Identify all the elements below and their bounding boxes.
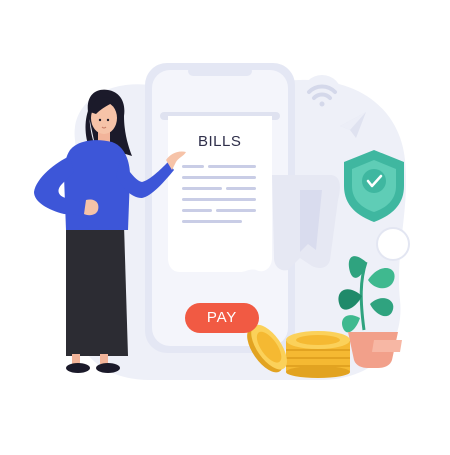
bill-payment-illustration: BILLS PAY [0,0,450,450]
decor-ring [376,227,410,261]
bill-title: BILLS [198,133,242,150]
wifi-icon [302,75,342,115]
pay-button[interactable]: PAY [185,303,259,333]
receipt-curl [272,175,340,271]
